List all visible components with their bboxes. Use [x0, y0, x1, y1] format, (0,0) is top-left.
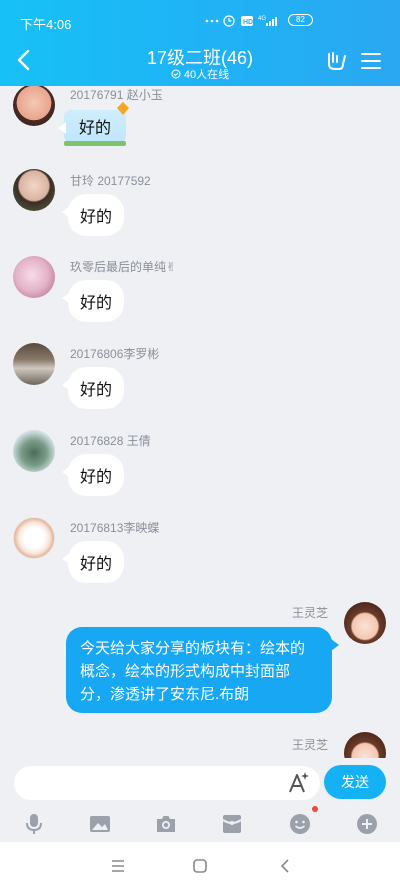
- header: 下午4:06 HD 4G 82 17级二班(46) 40人在线: [0, 0, 400, 86]
- status-bar: 下午4:06 HD 4G 82: [0, 0, 400, 36]
- message-bubble[interactable]: 好的: [62, 541, 124, 583]
- my-avatar[interactable]: [344, 732, 386, 758]
- message-bubble[interactable]: 好的: [62, 194, 124, 236]
- online-label: 40人在线: [183, 69, 230, 81]
- message-bubble[interactable]: 好的: [58, 102, 129, 146]
- message-text: 好的: [79, 469, 112, 486]
- sender-name: 甘玲 20177592: [70, 174, 151, 188]
- sender-name: 20176791 赵小玉: [70, 88, 163, 102]
- nav-back-icon[interactable]: [275, 856, 295, 876]
- system-nav-bar: [0, 842, 400, 889]
- online-icon: [171, 69, 181, 79]
- gesture-icon[interactable]: [324, 50, 348, 72]
- image-icon[interactable]: [88, 812, 112, 836]
- my-message-bubble[interactable]: 今天给大家分享的板块有：绘本的概念，绘本的形式构成中封面部分，渗透讲了安东尼.布…: [66, 627, 339, 713]
- avatar[interactable]: [13, 430, 55, 472]
- sender-name: 20176806李罗彬: [70, 347, 160, 361]
- kite-icon: [117, 102, 129, 115]
- avatar[interactable]: [13, 517, 55, 559]
- home-icon[interactable]: [190, 856, 210, 876]
- emoji-icon[interactable]: [288, 812, 312, 836]
- sender-name: 20176828 王倩: [70, 434, 151, 448]
- message-text: 好的: [78, 120, 111, 137]
- camera-icon[interactable]: [154, 812, 178, 836]
- grass-decoration: [64, 141, 126, 146]
- sender-name: 王灵芝: [292, 738, 329, 752]
- sender-name: 20176813李映蝶: [70, 521, 160, 535]
- avatar[interactable]: [13, 343, 55, 385]
- message-text: 今天给大家分享的板块有：绘本的概念，绘本的形式构成中封面部分，渗透讲了安东尼.布…: [80, 640, 306, 703]
- message-text: 好的: [79, 382, 112, 399]
- message-input[interactable]: [14, 766, 320, 800]
- message-text: 好的: [79, 556, 112, 573]
- avatar[interactable]: [13, 86, 55, 126]
- message-bubble[interactable]: 好的: [62, 280, 124, 322]
- red-packet-icon[interactable]: [220, 812, 244, 836]
- notification-dot: [312, 806, 318, 812]
- font-style-icon[interactable]: [285, 770, 311, 796]
- plus-icon[interactable]: [355, 812, 379, 836]
- toolbar: [0, 806, 400, 842]
- status-time: 下午4:06: [20, 17, 72, 32]
- battery-indicator: 82: [288, 14, 313, 26]
- avatar[interactable]: [13, 256, 55, 298]
- sender-name: 王灵芝: [292, 606, 329, 620]
- chat-area[interactable]: 20176791 赵小玉 好的 甘玲 20177592 好的 玖零后最后的单纯✌…: [0, 86, 400, 758]
- status-icons: HD 4G: [205, 15, 277, 27]
- net-badge: 4G: [258, 16, 266, 22]
- send-button[interactable]: 发送: [324, 765, 386, 799]
- my-avatar[interactable]: [344, 602, 386, 644]
- message-bubble[interactable]: 好的: [62, 367, 124, 409]
- sender-name: 玖零后最后的单纯✌: [70, 260, 177, 274]
- microphone-icon[interactable]: [22, 812, 46, 836]
- message-text: 好的: [79, 209, 112, 226]
- message-text: 好的: [79, 295, 112, 312]
- hd-badge: HD: [243, 19, 253, 26]
- recent-apps-icon[interactable]: [108, 856, 128, 876]
- menu-icon[interactable]: [361, 52, 381, 70]
- message-bubble[interactable]: 好的: [62, 454, 124, 496]
- avatar[interactable]: [13, 169, 55, 211]
